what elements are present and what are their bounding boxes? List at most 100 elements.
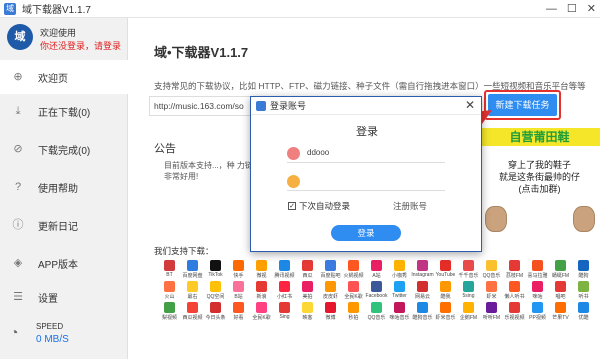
app-name: 芒果TV [552,315,569,321]
window-controls: — ☐ ✕ [546,1,596,17]
app-logo-icon [532,302,543,313]
app-name: QQ音乐 [367,315,386,321]
supported-app-item: 虾米 [480,281,503,302]
supported-app-item: 梨视频 [158,302,181,323]
sidebar-item-app-version[interactable]: ◈ APP版本 [0,246,128,280]
speed-value: 0 MB/S [36,334,69,345]
supported-app-item: 蜻蜓FM [549,260,572,281]
sidebar-item-changelog[interactable]: ⓘ 更新日记 [0,208,128,242]
supported-app-item: 企鹅FM [457,302,480,323]
sidebar: 域 欢迎使用 你还没登录，请登录 ⊕ 欢迎页 ⤓ 正在下载(0) ⊘ 下载完成(… [0,18,128,359]
supported-app-item: Instagram [411,260,434,281]
login-dialog: 登录账号 ✕ 登录 ddooo ✓ 下次自动登录 注册账号 登录 [250,96,482,252]
sidebar-item-label: 欢迎页 [38,73,68,85]
password-field[interactable] [287,173,445,191]
supported-app-item: 腾讯视频 [273,260,296,281]
checkbox-check-icon[interactable]: ✓ [288,202,296,210]
app-logo-icon [394,281,405,292]
sidebar-item-downloading[interactable]: ⤓ 正在下载(0) [0,94,128,128]
app-name: YouTube [435,272,456,278]
supported-app-item: 火锅视频 [342,260,365,281]
speed-label: SPEED [36,322,64,331]
app-logo-icon [233,281,244,292]
register-link[interactable]: 注册账号 [393,200,427,212]
app-name: 最右 [187,294,198,300]
page-title: 域•下载器V1.1.7 [154,45,249,60]
supported-app-item: 映客 [296,302,319,323]
app-logo-icon [578,281,589,292]
minimize-icon[interactable]: — [546,1,557,17]
app-name: 乐视视频 [504,315,525,321]
app-name: 酷狗 [578,273,589,279]
app-name: 好看 [233,315,244,321]
app-name: 皮皮虾 [322,294,338,300]
sidebar-item-completed[interactable]: ⊘ 下载完成(0) [0,132,128,166]
new-download-task-button[interactable]: 新建下载任务 [484,90,561,120]
avatar[interactable]: 域 [7,24,33,50]
sidebar-item-help[interactable]: ? 使用帮助 [0,170,128,204]
app-name: 网易云 [414,294,430,300]
close-icon[interactable]: ✕ [465,98,475,112]
app-name: PP视频 [529,315,546,321]
ad-banner[interactable]: 自营莆田鞋 穿上了我的鞋子 就是这条街最帅的仔 (点击加群) [479,128,600,250]
app-name: 火山 [164,294,175,300]
app-window: 域 域下载器V1.1.7 — ☐ ✕ 域 欢迎使用 你还没登录，请登录 ⊕ 欢迎… [0,0,600,359]
supported-app-item: 芒果TV [549,302,572,323]
close-icon[interactable]: ✕ [587,1,596,17]
app-logo-icon [279,260,290,271]
supported-app-item: 西瓜视频 [181,302,204,323]
app-name: 蜻蜓FM [551,273,570,279]
app-logo-icon [463,260,474,271]
app-name: Facebook [365,293,388,299]
supported-app-item: 百度贴吧 [319,260,342,281]
app-logo-icon [509,281,520,292]
supported-app-item: 酷狗 [572,260,595,281]
dialog-heading: 登录 [356,126,378,138]
app-logo-icon [486,302,497,313]
ad-photo [573,206,595,232]
maximize-icon[interactable]: ☐ [567,1,577,17]
supported-app-item: 秒拍 [342,302,365,323]
app-logo-icon [394,260,405,271]
auto-login-checkbox[interactable]: ✓ 下次自动登录 [288,200,350,212]
app-name: 唱吧 [555,294,566,300]
app-name: Sing [279,314,290,320]
app-logo-icon [486,260,497,271]
info-icon: ⓘ [12,219,24,231]
app-logo-icon [325,281,336,292]
app-name: 西瓜 [302,273,313,279]
app-logo-icon [509,302,520,313]
sidebar-item-settings[interactable]: ☰ 设置 [0,280,128,314]
app-name: 腾讯视频 [274,273,295,279]
app-name: 虾米 [486,294,497,300]
supported-app-item: 唱吧 [549,281,572,302]
supported-app-item: 喜马拉雅 [526,260,549,281]
help-icon: ? [14,181,22,193]
login-button[interactable]: 登录 [331,225,401,241]
supported-app-item: 虾米音乐 [434,302,457,323]
supported-app-item: 快手 [227,260,250,281]
app-name: 咪咕 [532,294,543,300]
user-panel[interactable]: 域 欢迎使用 你还没登录，请登录 [0,18,128,60]
ad-title: 自营莆田鞋 [479,128,600,146]
login-tip-link[interactable]: 你还没登录，请登录 [40,39,121,52]
sidebar-item-welcome[interactable]: ⊕ 欢迎页 [0,60,128,94]
sidebar-item-label: 下载完成(0) [38,145,91,157]
app-name: 小红书 [276,294,292,300]
supported-app-item: Facebook [365,281,388,302]
app-logo-icon [210,281,221,292]
app-name: 秒拍 [348,315,359,321]
app-logo-icon [371,260,382,271]
supported-app-item: 荔枝FM [503,260,526,281]
window-title: 域下载器V1.1.7 [22,5,91,16]
supported-app-item: 西瓜 [296,260,319,281]
user-icon [287,147,300,160]
supported-app-item: BT [158,260,181,281]
new-download-task-label: 新建下载任务 [488,94,557,116]
app-logo-icon [187,281,198,292]
app-name: 火锅视频 [343,273,364,279]
username-field[interactable]: ddooo [287,145,445,163]
app-name: 虾米音乐 [435,315,456,321]
sidebar-item-label: 使用帮助 [38,183,78,195]
notice-text: 目前版本支持...，种 力链。非常好用! [164,161,261,181]
